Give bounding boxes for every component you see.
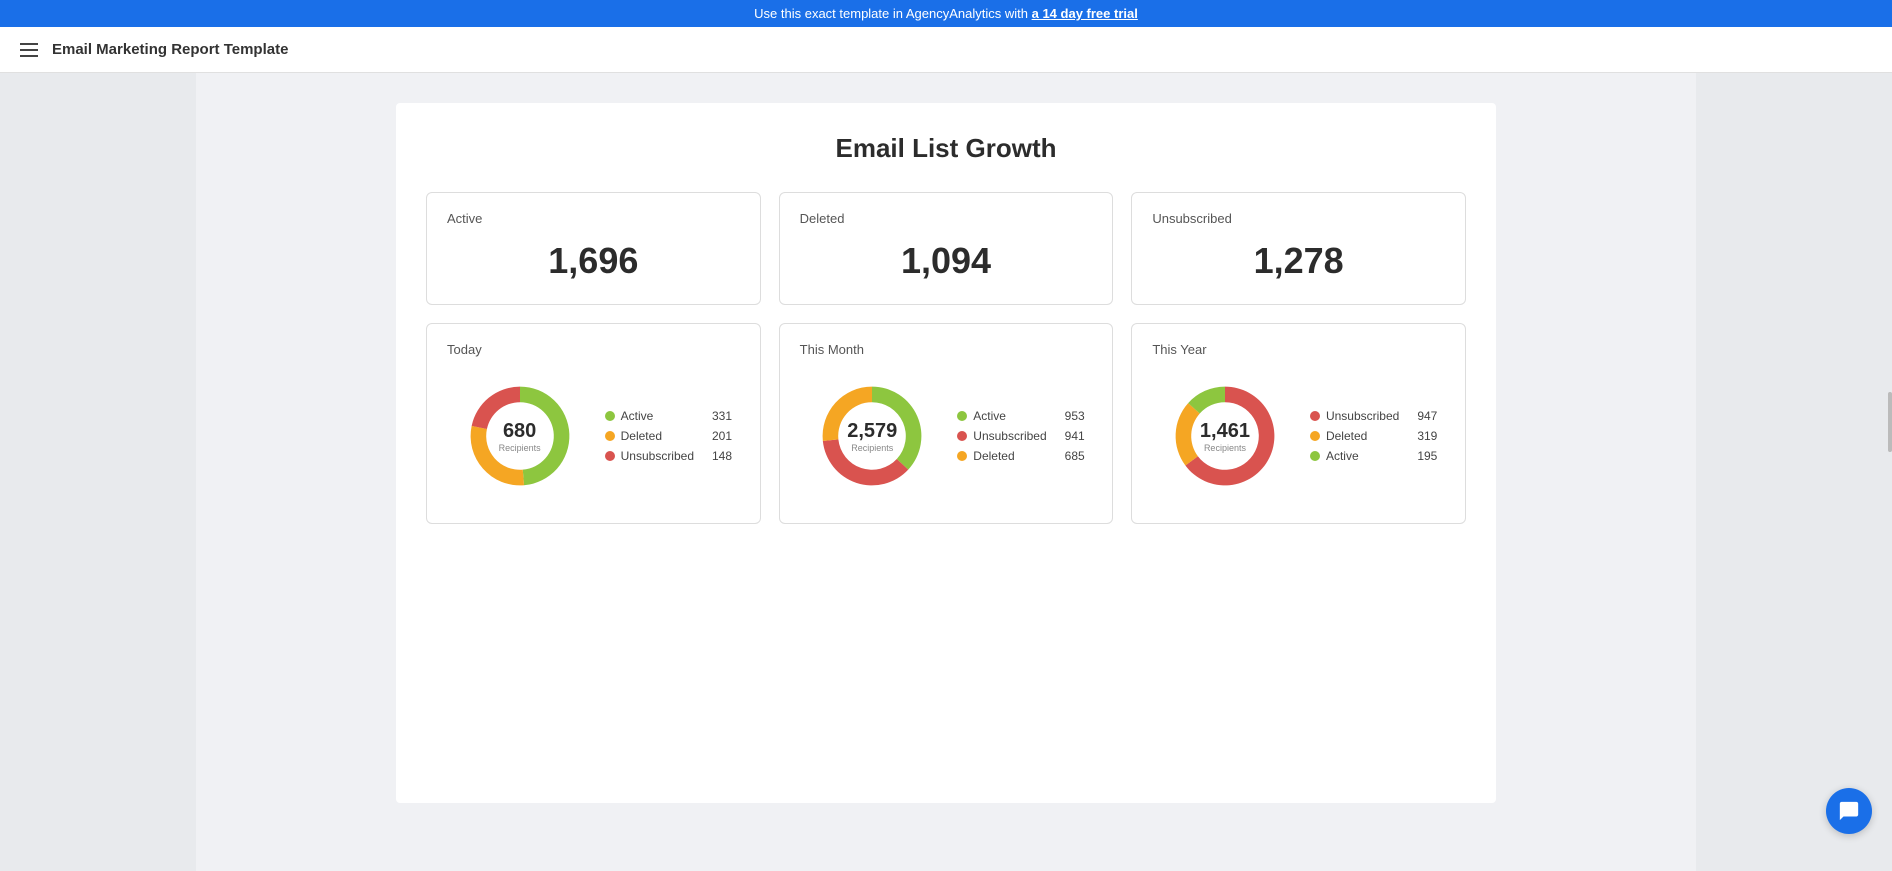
donut-center: 680 Recipients: [499, 419, 541, 453]
legend-value: 319: [1405, 429, 1437, 443]
legend-value: 201: [700, 429, 732, 443]
banner-text: Use this exact template in AgencyAnalyti…: [754, 6, 1031, 21]
legend-item: Unsubscribed 941: [957, 429, 1084, 443]
legend-item: Active 331: [605, 409, 732, 423]
donut-center-num: 680: [499, 419, 541, 443]
legend-item: Unsubscribed 148: [605, 449, 732, 463]
stat-card: Active 1,696: [426, 192, 761, 305]
stat-card: Deleted 1,094: [779, 192, 1114, 305]
donut-center-num: 2,579: [847, 419, 897, 443]
legend-value: 685: [1053, 449, 1085, 463]
legend-item: Active 195: [1310, 449, 1437, 463]
top-banner: Use this exact template in AgencyAnalyti…: [0, 0, 1892, 27]
donut-wrapper: 1,461 Recipients: [1160, 371, 1290, 501]
legend-label: Active: [973, 409, 1006, 423]
legend: Active 953 Unsubscribed 941 Deleted 685: [957, 409, 1084, 463]
legend-item: Deleted 685: [957, 449, 1084, 463]
scrollbar[interactable]: [1888, 392, 1892, 452]
legend-value: 947: [1405, 409, 1437, 423]
layout: Email List Growth Active 1,696 Deleted 1…: [0, 73, 1892, 871]
left-sidebar: [0, 73, 196, 871]
page-title: Email List Growth: [426, 133, 1466, 164]
legend-label: Deleted: [621, 429, 662, 443]
legend-value: 195: [1405, 449, 1437, 463]
legend-item: Active 953: [957, 409, 1084, 423]
chart-area: 2,579 Recipients Active 953 Unsubscribed…: [800, 371, 1093, 501]
chat-button[interactable]: [1826, 788, 1872, 834]
legend-label: Unsubscribed: [621, 449, 694, 463]
donut-card: This Year 1,461 Recipients Unsubscribed …: [1131, 323, 1466, 524]
legend-item: Unsubscribed 947: [1310, 409, 1437, 423]
right-sidebar: [1696, 73, 1892, 871]
donut-wrapper: 2,579 Recipients: [807, 371, 937, 501]
menu-button[interactable]: [20, 43, 38, 57]
legend: Active 331 Deleted 201 Unsubscribed 148: [605, 409, 732, 463]
donut-center-sub: Recipients: [1200, 443, 1250, 453]
stat-label: Unsubscribed: [1152, 211, 1445, 226]
legend-dot: [605, 451, 615, 461]
banner-link[interactable]: a 14 day free trial: [1032, 6, 1138, 21]
donut-cards-row: Today 680 Recipients Active 331 Deleted: [426, 323, 1466, 524]
stat-value: 1,696: [447, 240, 740, 282]
stat-value: 1,278: [1152, 240, 1445, 282]
legend-dot: [605, 431, 615, 441]
legend-item: Deleted 201: [605, 429, 732, 443]
donut-wrapper: 680 Recipients: [455, 371, 585, 501]
legend-dot: [605, 411, 615, 421]
legend-value: 331: [700, 409, 732, 423]
stat-label: Active: [447, 211, 740, 226]
legend-value: 148: [700, 449, 732, 463]
donut-center-sub: Recipients: [499, 443, 541, 453]
donut-center: 1,461 Recipients: [1200, 419, 1250, 453]
legend-dot: [957, 451, 967, 461]
chart-area: 1,461 Recipients Unsubscribed 947 Delete…: [1152, 371, 1445, 501]
donut-card: Today 680 Recipients Active 331 Deleted: [426, 323, 761, 524]
legend-value: 953: [1053, 409, 1085, 423]
main-content: Email List Growth Active 1,696 Deleted 1…: [196, 73, 1696, 871]
legend-dot: [957, 411, 967, 421]
legend-label: Deleted: [1326, 429, 1367, 443]
legend-item: Deleted 319: [1310, 429, 1437, 443]
stat-cards-row: Active 1,696 Deleted 1,094 Unsubscribed …: [426, 192, 1466, 305]
legend-dot: [1310, 411, 1320, 421]
stat-value: 1,094: [800, 240, 1093, 282]
legend-dot: [957, 431, 967, 441]
stat-label: Deleted: [800, 211, 1093, 226]
donut-card-label: Today: [447, 342, 740, 357]
legend-value: 941: [1053, 429, 1085, 443]
donut-card-label: This Month: [800, 342, 1093, 357]
donut-center-sub: Recipients: [847, 443, 897, 453]
stat-card: Unsubscribed 1,278: [1131, 192, 1466, 305]
legend-label: Active: [621, 409, 654, 423]
legend-label: Deleted: [973, 449, 1014, 463]
legend-dot: [1310, 451, 1320, 461]
donut-center-num: 1,461: [1200, 419, 1250, 443]
legend-label: Unsubscribed: [1326, 409, 1399, 423]
legend-label: Unsubscribed: [973, 429, 1046, 443]
legend-label: Active: [1326, 449, 1359, 463]
header-title: Email Marketing Report Template: [52, 41, 288, 58]
donut-card: This Month 2,579 Recipients Active 953 U…: [779, 323, 1114, 524]
donut-center: 2,579 Recipients: [847, 419, 897, 453]
legend: Unsubscribed 947 Deleted 319 Active 195: [1310, 409, 1437, 463]
donut-card-label: This Year: [1152, 342, 1445, 357]
page-container: Email List Growth Active 1,696 Deleted 1…: [396, 103, 1496, 803]
header: Email Marketing Report Template: [0, 27, 1892, 73]
chart-area: 680 Recipients Active 331 Deleted 201 Un…: [447, 371, 740, 501]
legend-dot: [1310, 431, 1320, 441]
